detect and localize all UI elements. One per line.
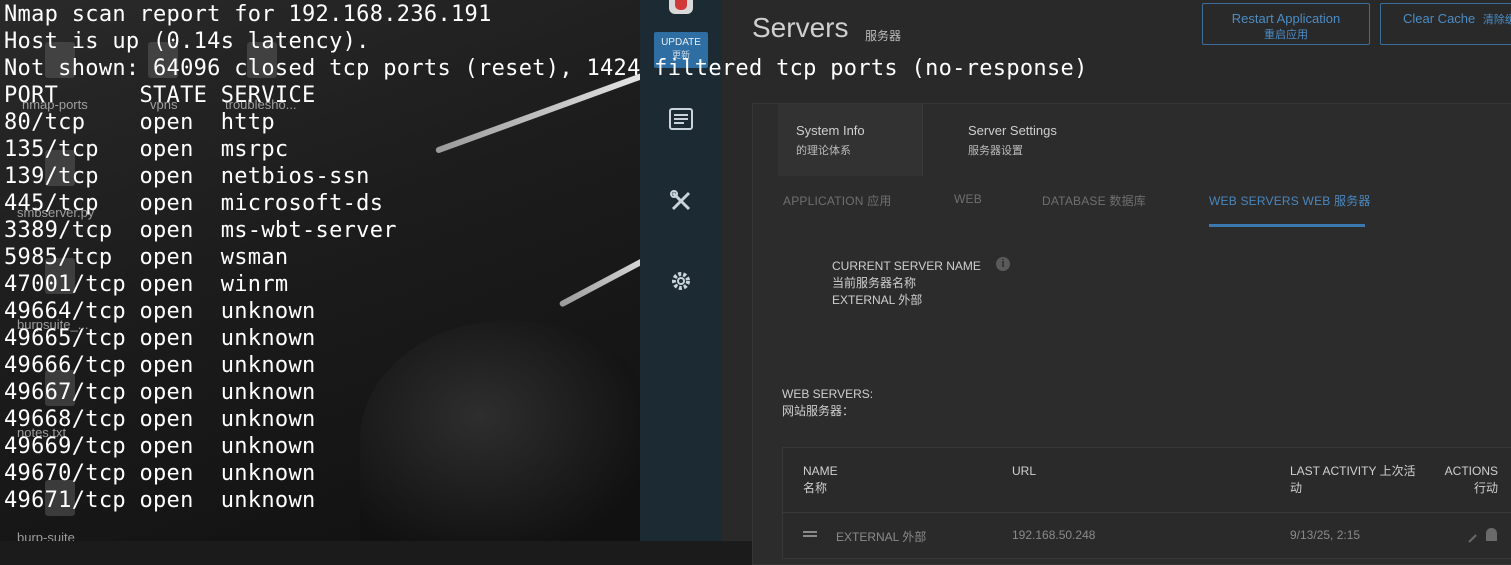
update-button-label: UPDATE — [661, 37, 701, 48]
desktop-icon-label: smbserver.py — [17, 205, 95, 220]
gear-icon[interactable] — [668, 268, 694, 294]
update-button-sub: 更新 — [671, 50, 690, 60]
delete-icon[interactable] — [1486, 528, 1497, 541]
clear-cache-label-cn: 清除缓 — [1482, 14, 1511, 26]
clear-cache-label: Clear Cache — [1403, 11, 1476, 26]
tab-server-settings[interactable]: Server Settings 服务器设置 — [950, 104, 1110, 176]
desktop-icon-label: nmap-ports — [22, 97, 88, 112]
wallpaper-mountain — [360, 320, 640, 541]
header-text: LAST ACTIVITY 上次活 — [1290, 464, 1416, 478]
active-subtab-indicator — [1209, 224, 1365, 227]
brand-logo — [669, 0, 693, 14]
tab-label-cn: 的理论体系 — [796, 145, 851, 157]
desktop-icon-label: notes.txt — [17, 425, 67, 440]
desktop-icon[interactable] — [45, 370, 75, 406]
header-text: NAME — [803, 464, 838, 478]
tab-label: Server Settings — [968, 123, 1057, 138]
tab-label-cn: 服务器设置 — [968, 145, 1023, 157]
drag-handle-icon[interactable] — [803, 531, 817, 533]
table-header-actions: ACTIONS 行动 — [1441, 463, 1498, 497]
tools-icon[interactable] — [668, 188, 694, 214]
desktop-icon-label: vpns — [150, 97, 178, 112]
header-text: ACTIONS — [1444, 464, 1499, 478]
header-text-cn: 名称 — [803, 481, 828, 495]
row-divider — [783, 512, 1511, 513]
page-title: Servers — [752, 12, 849, 43]
subtab-database[interactable]: DATABASE 数据库 — [1042, 192, 1146, 209]
header-text: URL — [1012, 464, 1037, 478]
subtab-application[interactable]: APPLICATION 应用 — [783, 192, 892, 209]
subtab-web[interactable]: WEB — [954, 192, 982, 206]
header-text-cn: 动 — [1290, 481, 1303, 495]
info-icon[interactable]: i — [996, 257, 1010, 271]
current-server-value: EXTERNAL 外部 — [832, 293, 923, 307]
list-icon[interactable] — [668, 106, 694, 132]
update-button[interactable]: UPDATE 更新 — [654, 32, 708, 68]
row-name: EXTERNAL 外部 — [836, 530, 927, 544]
current-server-label: CURRENT SERVER NAME — [832, 259, 981, 273]
desktop-icon[interactable] — [45, 150, 75, 186]
table-header-last-activity: LAST ACTIVITY 上次活 动 — [1290, 463, 1416, 497]
desktop-icon[interactable] — [45, 480, 75, 516]
desktop-icon-label: burpsuite_... — [17, 317, 89, 332]
tab-label: System Info — [796, 123, 865, 138]
desktop-background: nmap-ports vpns troublesho... smbserver.… — [0, 0, 640, 541]
desktop-icon-label: burp-suite — [17, 530, 75, 541]
tab-system-info[interactable]: System Info 的理论体系 — [778, 104, 923, 176]
page-title-cn: 服务器 — [865, 29, 902, 43]
restart-label-cn: 重启应用 — [1264, 29, 1308, 41]
wallpaper-streak — [434, 69, 640, 154]
web-servers-label-cn: 网站服务器： — [782, 404, 855, 418]
wallpaper-streak — [558, 246, 640, 308]
row-last-activity: 9/13/25, 2:15 — [1290, 528, 1361, 542]
desktop-icon-label: troublesho... — [225, 97, 297, 112]
row-url: 192.168.50.248 — [1012, 528, 1096, 542]
desktop-icon[interactable] — [45, 258, 75, 294]
desktop-icon[interactable] — [45, 42, 75, 78]
desktop-icon[interactable] — [148, 42, 178, 78]
table-header-name: NAME 名称 — [803, 463, 838, 497]
desktop-icon[interactable] — [247, 42, 277, 78]
header-text-cn: 行动 — [1474, 481, 1499, 495]
clear-cache-button[interactable]: Clear Cache 清除缓 — [1380, 3, 1511, 45]
web-servers-label: WEB SERVERS: — [782, 387, 874, 401]
restart-label: Restart Application — [1231, 11, 1341, 26]
restart-application-button[interactable]: Restart Application 重启应用 — [1202, 3, 1370, 45]
table-header-url: URL — [1012, 463, 1036, 480]
current-server-label-cn: 当前服务器名称 — [832, 276, 917, 290]
subtab-web-servers[interactable]: WEB SERVERS WEB 服务器 — [1209, 192, 1371, 209]
